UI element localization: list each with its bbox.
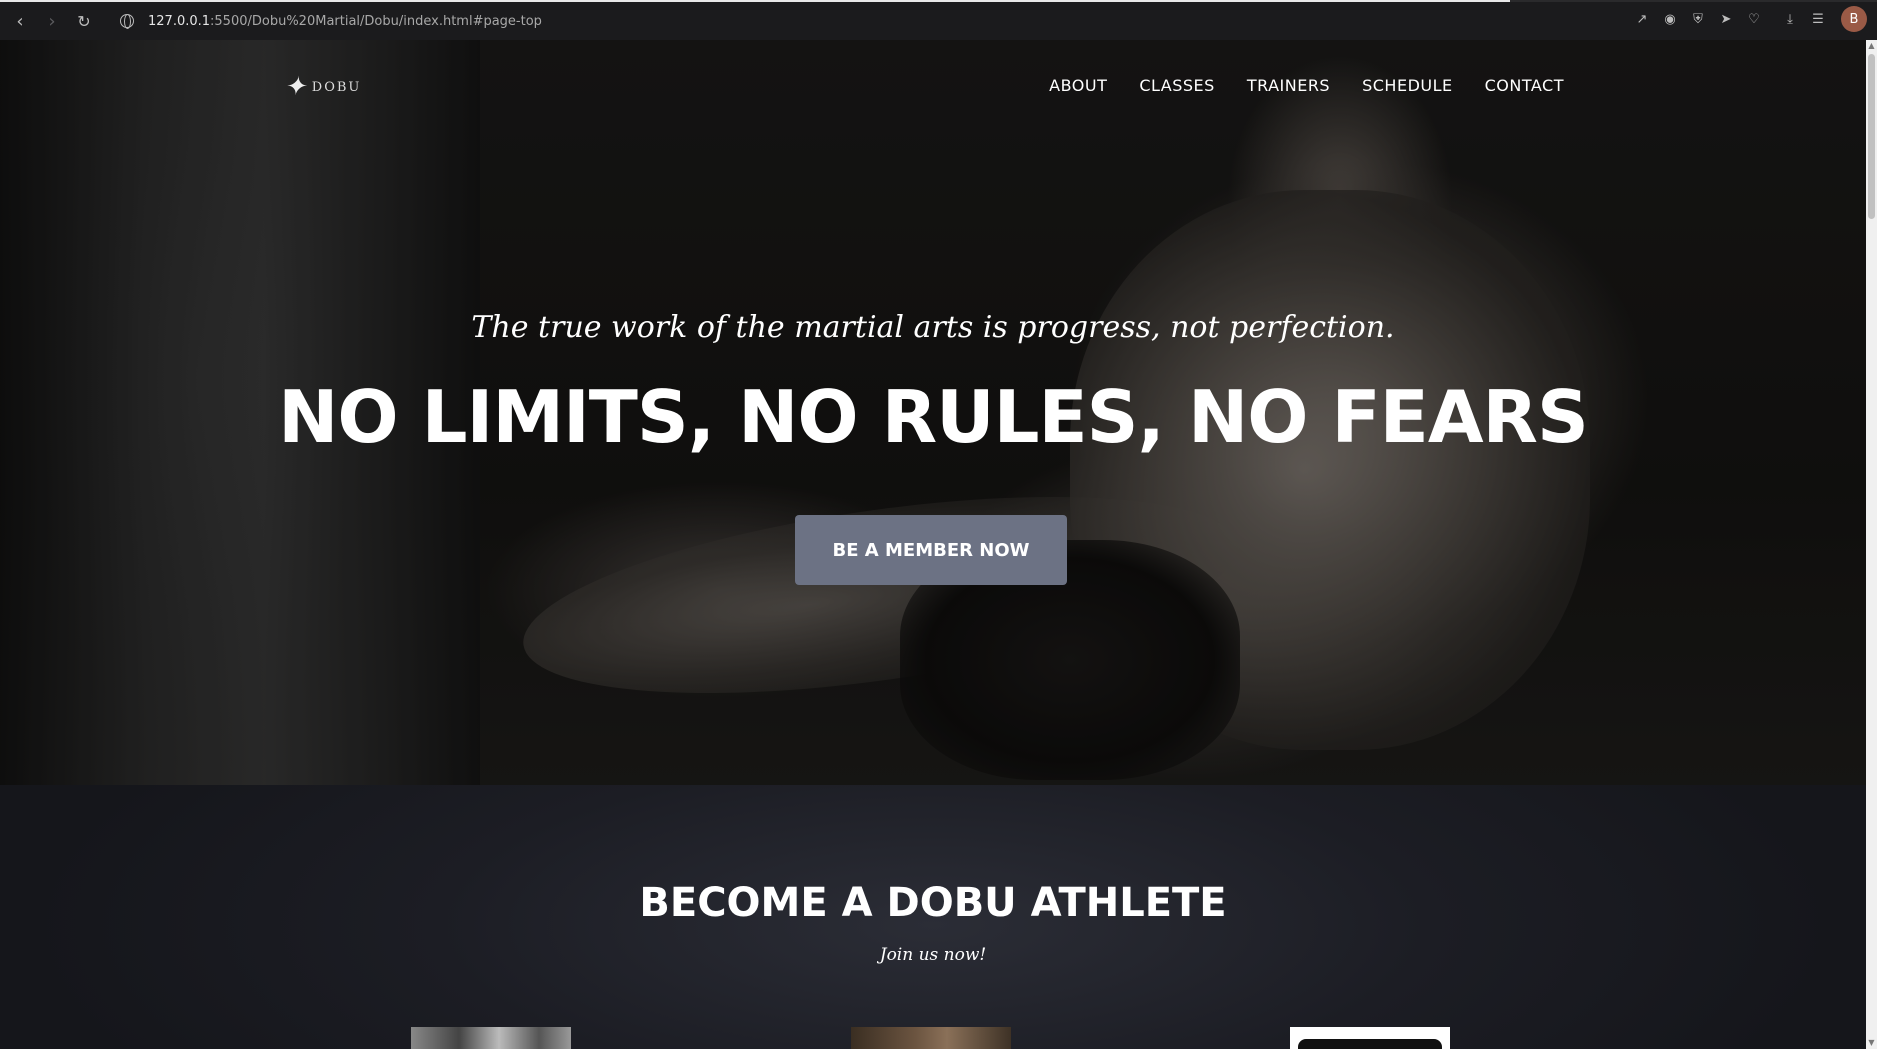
hero-section: ✦ DOBU ABOUT CLASSES TRAINERS SCHEDULE C… — [0, 40, 1866, 785]
member-cta-button[interactable]: BE A MEMBER NOW — [795, 515, 1067, 585]
camera-icon[interactable]: ◉ — [1661, 10, 1679, 28]
site-info-icon[interactable] — [120, 14, 134, 29]
scrollbar-thumb[interactable] — [1868, 54, 1875, 219]
url-host: 127.0.0.1 — [148, 13, 211, 29]
nav-schedule[interactable]: SCHEDULE — [1362, 76, 1453, 95]
page-scrollbar[interactable]: ▲ ▼ — [1866, 40, 1877, 1049]
scroll-up-icon[interactable]: ▲ — [1866, 40, 1877, 52]
nav-classes[interactable]: CLASSES — [1139, 76, 1214, 95]
share-icon[interactable]: ↗ — [1633, 10, 1651, 28]
section-subtitle: Join us now! — [879, 945, 987, 965]
hero-tagline: The true work of the martial arts is pro… — [471, 310, 1395, 345]
nav-trainers[interactable]: TRAINERS — [1247, 76, 1330, 95]
profile-avatar[interactable]: B — [1841, 6, 1867, 32]
download-icon[interactable]: ⤓ — [1781, 10, 1799, 28]
main-nav: ABOUT CLASSES TRAINERS SCHEDULE CONTACT — [1049, 76, 1564, 95]
shield-icon[interactable]: ⛨ — [1689, 10, 1707, 28]
page-load-progress — [0, 0, 1510, 2]
browser-toolbar: ‹ › ↻ 127.0.0.1:5500/Dobu%20Martial/Dobu… — [0, 0, 1877, 40]
heart-icon[interactable]: ♡ — [1745, 10, 1763, 28]
back-icon[interactable]: ‹ — [4, 5, 36, 37]
menu-icon[interactable]: ☰ — [1809, 10, 1827, 28]
kick-figure-icon: ✦ — [283, 72, 311, 102]
hero-headline: NO LIMITS, NO RULES, NO FEARS — [278, 375, 1589, 459]
send-icon[interactable]: ➤ — [1717, 10, 1735, 28]
section-title: BECOME A DOBU ATHLETE — [639, 880, 1227, 926]
athlete-section: BECOME A DOBU ATHLETE Join us now! — [0, 785, 1866, 1049]
forward-icon[interactable]: › — [36, 5, 68, 37]
athlete-card-image-3[interactable] — [1290, 1027, 1450, 1049]
athlete-card-image-2[interactable] — [851, 1027, 1011, 1049]
nav-contact[interactable]: CONTACT — [1485, 76, 1564, 95]
scroll-down-icon[interactable]: ▼ — [1866, 1037, 1877, 1049]
browser-actions: ↗ ◉ ⛨ ➤ ♡ ⤓ ☰ B — [1633, 6, 1867, 32]
logo-text: DOBU — [311, 79, 362, 95]
nav-about[interactable]: ABOUT — [1049, 76, 1107, 95]
site-logo[interactable]: ✦ DOBU — [283, 72, 362, 102]
athlete-card-image-1[interactable] — [411, 1027, 571, 1049]
url-path: :5500/Dobu%20Martial/Dobu/index.html#pag… — [210, 13, 542, 29]
address-bar[interactable]: 127.0.0.1:5500/Dobu%20Martial/Dobu/index… — [120, 14, 542, 29]
reload-icon[interactable]: ↻ — [68, 5, 100, 37]
